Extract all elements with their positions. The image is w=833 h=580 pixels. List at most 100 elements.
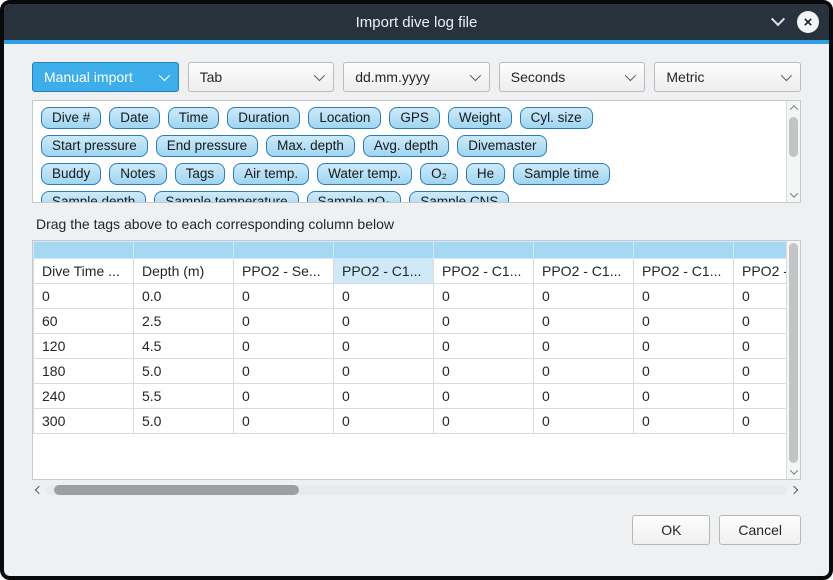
drop-target-cell[interactable]: [334, 242, 434, 259]
table-cell: 5.0: [134, 409, 234, 434]
drop-target-row: [34, 242, 802, 259]
tag-chip[interactable]: Max. depth: [266, 135, 355, 157]
table-cell: 0: [634, 409, 734, 434]
tag-chip[interactable]: Sample depth: [41, 191, 146, 203]
instruction-text: Drag the tags above to each correspondin…: [36, 216, 801, 232]
dialog-body: Manual importTabdd.mm.yyyySecondsMetric …: [4, 44, 829, 576]
scrollbar-track[interactable]: [787, 115, 800, 188]
tag-list: Dive # Date Time Duration Location GPS Weight C…: [33, 101, 800, 203]
tag-chip[interactable]: Air temp.: [233, 163, 309, 185]
table-cell: 0: [434, 359, 534, 384]
close-icon[interactable]: ×: [797, 11, 819, 33]
tag-chip[interactable]: GPS: [389, 107, 440, 129]
table-cell: 0.0: [134, 284, 234, 309]
tag-chip[interactable]: End pressure: [156, 135, 258, 157]
table-cell: 5.5: [134, 384, 234, 409]
table-row: 2405.5000000: [34, 384, 802, 409]
scrollbar-track[interactable]: [787, 241, 800, 465]
table-cell: 300: [34, 409, 134, 434]
table-cell: 0: [534, 284, 634, 309]
tag-chip[interactable]: Location: [308, 107, 381, 129]
tag-chip[interactable]: O₂: [420, 163, 458, 185]
tag-row: Sample depth Sample temperature Sample pO₂…: [41, 191, 780, 203]
tag-chip[interactable]: Duration: [227, 107, 300, 129]
chevron-down-icon: [470, 70, 481, 81]
tag-chip[interactable]: Sample time: [513, 163, 610, 185]
table-cell: 0: [434, 284, 534, 309]
table-cell: 0: [634, 309, 734, 334]
combo-date-format[interactable]: dd.mm.yyyy: [343, 62, 490, 92]
combo-value: Manual import: [44, 69, 133, 85]
scroll-right-icon[interactable]: [787, 483, 801, 497]
combo-value: Metric: [666, 69, 704, 85]
table-cell: 0: [334, 309, 434, 334]
tag-chip[interactable]: Avg. depth: [363, 135, 449, 157]
table-cell: 0: [634, 284, 734, 309]
drop-target-cell[interactable]: [634, 242, 734, 259]
tag-chip[interactable]: Date: [109, 107, 160, 129]
table-row: 602.5000000: [34, 309, 802, 334]
tag-chip[interactable]: Sample temperature: [154, 191, 298, 203]
scroll-down-icon[interactable]: [791, 465, 797, 479]
scrollbar-track[interactable]: [46, 485, 787, 495]
tag-chip[interactable]: Start pressure: [41, 135, 148, 157]
drop-target-cell[interactable]: [34, 242, 134, 259]
tag-chip[interactable]: Water temp.: [317, 163, 412, 185]
combo-value: Tab: [200, 69, 223, 85]
tag-chip[interactable]: Sample CNS: [409, 191, 509, 203]
combo-duration-format[interactable]: Seconds: [499, 62, 646, 92]
table-cell: 0: [534, 409, 634, 434]
chevron-down-icon: [781, 70, 792, 81]
column-header[interactable]: PPO2 - Se...: [234, 259, 334, 284]
scroll-left-icon[interactable]: [32, 483, 46, 497]
drop-target-cell[interactable]: [234, 242, 334, 259]
tag-chip[interactable]: Cyl. size: [520, 107, 593, 129]
combo-units[interactable]: Metric: [654, 62, 801, 92]
column-header[interactable]: PPO2 - C1...: [334, 259, 434, 284]
drop-target-cell[interactable]: [534, 242, 634, 259]
tag-area-scrollbar[interactable]: [786, 101, 800, 202]
table-scrollbar[interactable]: [786, 241, 800, 479]
tag-chip[interactable]: Notes: [109, 163, 166, 185]
scroll-down-icon[interactable]: [791, 188, 797, 202]
tag-chip[interactable]: Dive #: [41, 107, 101, 129]
scrollbar-thumb[interactable]: [54, 485, 299, 495]
drop-target-cell[interactable]: [134, 242, 234, 259]
tag-chip[interactable]: He: [466, 163, 505, 185]
combo-value: Seconds: [511, 69, 565, 85]
column-header[interactable]: Depth (m): [134, 259, 234, 284]
table-cell: 0: [434, 309, 534, 334]
scroll-up-icon[interactable]: [791, 101, 797, 115]
column-header[interactable]: Dive Time ...: [34, 259, 134, 284]
horizontal-scrollbar[interactable]: [32, 483, 801, 497]
chevron-down-icon[interactable]: [771, 12, 785, 26]
table-cell: 4.5: [134, 334, 234, 359]
table-cell: 120: [34, 334, 134, 359]
tag-chip[interactable]: Tags: [175, 163, 226, 185]
combo-field-separator[interactable]: Tab: [188, 62, 335, 92]
tag-chip[interactable]: Time: [168, 107, 220, 129]
tag-chip[interactable]: Weight: [448, 107, 512, 129]
table-cell: 2.5: [134, 309, 234, 334]
table-row: 1204.5000000: [34, 334, 802, 359]
ok-button[interactable]: OK: [632, 515, 710, 545]
table-cell: 0: [234, 284, 334, 309]
table-cell: 0: [334, 409, 434, 434]
table-body: 00.0000000602.50000001204.50000001805.00…: [34, 284, 802, 434]
table-cell: 0: [434, 334, 534, 359]
table-cell: 60: [34, 309, 134, 334]
cancel-button[interactable]: Cancel: [719, 515, 801, 545]
scrollbar-thumb[interactable]: [789, 117, 798, 157]
column-header[interactable]: PPO2 - C1...: [434, 259, 534, 284]
table-row: 00.0000000: [34, 284, 802, 309]
column-header[interactable]: PPO2 - C1...: [634, 259, 734, 284]
drop-target-cell[interactable]: [434, 242, 534, 259]
combo-import-source[interactable]: Manual import: [32, 62, 179, 92]
tag-chip[interactable]: Buddy: [41, 163, 101, 185]
tag-chip[interactable]: Sample pO₂: [307, 191, 402, 203]
tag-chip[interactable]: Divemaster: [457, 135, 547, 157]
table-cell: 0: [234, 309, 334, 334]
titlebar[interactable]: Import dive log file ×: [4, 4, 829, 40]
column-header[interactable]: PPO2 - C1...: [534, 259, 634, 284]
scrollbar-thumb[interactable]: [789, 243, 798, 463]
